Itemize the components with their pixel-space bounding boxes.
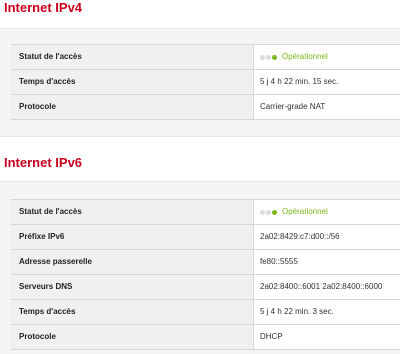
ipv6-dns-value: 2a02:8400::6001 2a02:8400::6000 (254, 275, 400, 299)
status-indicator-icon (260, 209, 278, 215)
ipv4-uptime-value: 5 j 4 h 22 min. 15 sec. (254, 70, 400, 94)
internet-status-page: Internet IPv4 Statut de l'accès Opératio… (0, 0, 400, 354)
status-dot-active-icon (272, 209, 277, 215)
ipv6-protocol-label: Protocole (11, 325, 254, 349)
ipv6-dns-label: Serveurs DNS (11, 275, 254, 299)
ipv4-row-status: Statut de l'accès Opérationnel (11, 45, 400, 70)
ipv6-protocol-value: DHCP (254, 325, 400, 349)
ipv4-status-text: Opérationnel (282, 52, 328, 61)
status-dot-icon (266, 54, 271, 60)
ipv6-gateway-value: fe80::5555 (254, 250, 400, 274)
ipv4-section-title: Internet IPv4 (4, 0, 83, 15)
ipv6-row-dns: Serveurs DNS 2a02:8400::6001 2a02:8400::… (11, 275, 400, 300)
ipv6-row-gateway: Adresse passerelle fe80::5555 (11, 250, 400, 275)
status-dot-active-icon (272, 54, 277, 60)
ipv6-panel: Statut de l'accès Opérationnel Préfixe I… (0, 181, 400, 354)
status-dot-icon (260, 209, 265, 215)
ipv6-uptime-label: Temps d'accès (11, 300, 254, 324)
ipv6-section-title: Internet IPv6 (4, 155, 83, 170)
ipv6-prefix-value: 2a02:8429:c7:d00::/56 (254, 225, 400, 249)
ipv6-status-label: Statut de l'accès (11, 200, 254, 224)
ipv6-row-status: Statut de l'accès Opérationnel (11, 200, 400, 225)
ipv6-row-protocol: Protocole DHCP (11, 325, 400, 350)
ipv4-uptime-label: Temps d'accès (11, 70, 254, 94)
status-indicator-icon (260, 54, 278, 60)
ipv4-table: Statut de l'accès Opérationnel Temps d'a… (11, 44, 400, 120)
status-dot-icon (260, 54, 265, 60)
ipv6-table: Statut de l'accès Opérationnel Préfixe I… (11, 199, 400, 350)
ipv6-status-value: Opérationnel (254, 200, 400, 224)
ipv6-row-uptime: Temps d'accès 5 j 4 h 22 min. 3 sec. (11, 300, 400, 325)
ipv6-row-prefix: Préfixe IPv6 2a02:8429:c7:d00::/56 (11, 225, 400, 250)
ipv6-status-text: Opérationnel (282, 207, 328, 216)
ipv4-row-uptime: Temps d'accès 5 j 4 h 22 min. 15 sec. (11, 70, 400, 95)
ipv6-prefix-label: Préfixe IPv6 (11, 225, 254, 249)
status-dot-icon (266, 209, 271, 215)
ipv4-protocol-label: Protocole (11, 95, 254, 119)
ipv4-panel: Statut de l'accès Opérationnel Temps d'a… (0, 28, 400, 137)
ipv4-status-value: Opérationnel (254, 45, 400, 69)
ipv4-row-protocol: Protocole Carrier-grade NAT (11, 95, 400, 120)
ipv6-gateway-label: Adresse passerelle (11, 250, 254, 274)
ipv6-uptime-value: 5 j 4 h 22 min. 3 sec. (254, 300, 400, 324)
ipv4-status-label: Statut de l'accès (11, 45, 254, 69)
ipv4-protocol-value: Carrier-grade NAT (254, 95, 400, 119)
